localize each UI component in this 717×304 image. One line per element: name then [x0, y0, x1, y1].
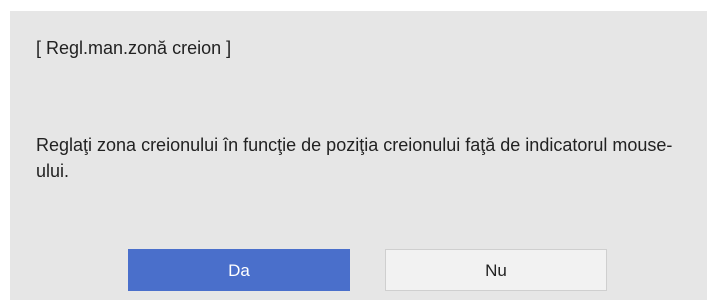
no-button[interactable]: Nu	[385, 249, 607, 291]
dialog-message: Reglaţi zona creionului în funcţie de po…	[36, 135, 673, 181]
pen-area-adjust-dialog: [ Regl.man.zonă creion ] Reglaţi zona cr…	[10, 11, 707, 300]
dialog-title: [ Regl.man.zonă creion ]	[36, 38, 232, 58]
yes-button[interactable]: Da	[128, 249, 350, 291]
